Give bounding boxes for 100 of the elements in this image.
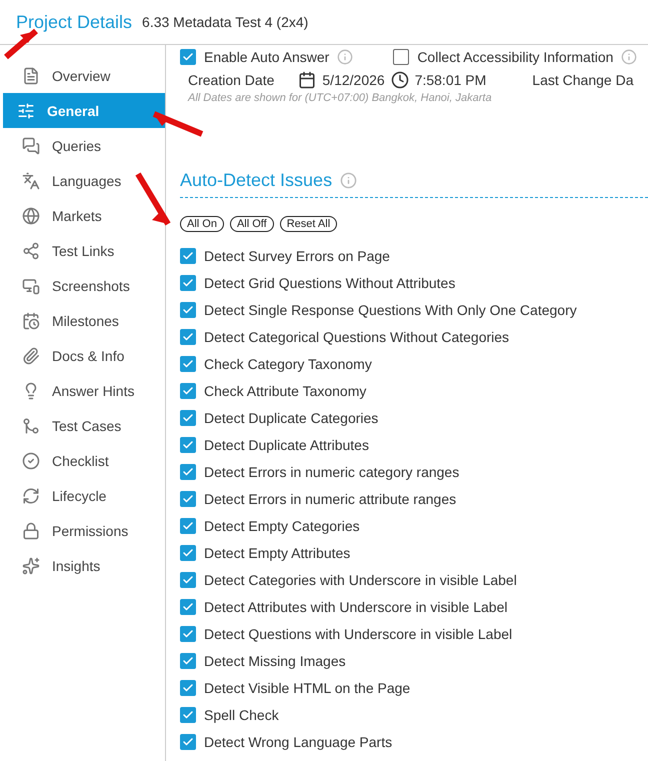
translate-icon bbox=[22, 172, 40, 190]
check-label: Detect Single Response Questions With Only One Category bbox=[204, 302, 577, 318]
sidebar-item[interactable]: Markets bbox=[0, 198, 165, 233]
checkbox[interactable] bbox=[180, 572, 196, 588]
sidebar-item[interactable]: Test Cases bbox=[0, 408, 165, 443]
info-icon[interactable] bbox=[340, 172, 358, 189]
field-label: Creation Date bbox=[188, 72, 274, 88]
time-value: 7:58:01 PM bbox=[414, 72, 486, 88]
check-label: Detect Empty Attributes bbox=[204, 544, 350, 560]
checkbox[interactable] bbox=[180, 302, 196, 318]
checkmark-icon bbox=[182, 682, 194, 694]
project-name: 6.33 Metadata Test 4 (2x4) bbox=[142, 14, 308, 30]
check-label: Detect Duplicate Attributes bbox=[204, 436, 369, 452]
checkmark-icon bbox=[182, 250, 194, 262]
check-label: Detect Visible HTML on the Page bbox=[204, 680, 410, 696]
check-label: Detect Duplicate Categories bbox=[204, 410, 378, 426]
sparkle-icon bbox=[22, 556, 40, 574]
sidebar-item[interactable]: Checklist bbox=[0, 443, 165, 478]
checkmark-icon bbox=[182, 600, 194, 612]
sidebar-item[interactable]: Answer Hints bbox=[0, 373, 165, 408]
checkbox[interactable] bbox=[180, 356, 196, 372]
checkbox[interactable] bbox=[180, 436, 196, 452]
checkmark-icon bbox=[182, 574, 194, 586]
page-title: Project Details bbox=[16, 12, 132, 32]
checkmark-icon bbox=[182, 546, 194, 558]
checkbox[interactable] bbox=[180, 49, 196, 65]
checkbox[interactable] bbox=[180, 734, 196, 750]
check-label: Check Category Taxonomy bbox=[204, 356, 372, 372]
check-label: Spell Check bbox=[204, 706, 279, 722]
field-label: Last Change Da bbox=[532, 72, 634, 88]
checkbox[interactable] bbox=[180, 652, 196, 668]
sliders-icon bbox=[17, 102, 35, 120]
checkbox[interactable] bbox=[180, 410, 196, 426]
checkmark-icon bbox=[182, 520, 194, 532]
refresh-icon bbox=[22, 486, 40, 504]
toggle-all-button[interactable]: Reset All bbox=[280, 216, 338, 232]
paperclip-icon bbox=[22, 346, 40, 364]
sidebar-item[interactable]: Languages bbox=[0, 163, 165, 198]
checkbox[interactable] bbox=[180, 274, 196, 290]
toggle-all-button[interactable]: All Off bbox=[230, 216, 274, 232]
option-label: Collect Accessibility Information bbox=[417, 49, 614, 65]
checkmark-icon bbox=[182, 438, 194, 450]
checkbox[interactable] bbox=[180, 680, 196, 696]
clock-icon bbox=[390, 71, 409, 89]
checkbox[interactable] bbox=[180, 518, 196, 534]
checkmark-icon bbox=[182, 492, 194, 504]
checkmark-icon bbox=[182, 358, 194, 370]
checkbox[interactable] bbox=[180, 598, 196, 614]
share-icon bbox=[22, 242, 40, 260]
check-label: Detect Missing Images bbox=[204, 652, 346, 668]
checkmark-icon bbox=[182, 276, 194, 288]
sidebar-item[interactable]: Docs & Info bbox=[0, 338, 165, 373]
lock-icon bbox=[22, 522, 40, 540]
sidebar-item[interactable]: Queries bbox=[0, 128, 165, 163]
document-icon bbox=[22, 66, 40, 84]
check-label: Detect Questions with Underscore in visible Label bbox=[204, 626, 512, 642]
sidebar-item[interactable]: Lifecycle bbox=[0, 478, 165, 513]
sidebar-item[interactable]: Milestones bbox=[0, 303, 165, 338]
info-icon[interactable] bbox=[621, 49, 638, 65]
section-title: Auto-Detect Issues bbox=[180, 170, 332, 191]
check-label: Detect Attributes with Underscore in visible Label bbox=[204, 598, 508, 614]
date-value: 5/12/2026 bbox=[322, 72, 385, 88]
checkbox[interactable] bbox=[180, 706, 196, 722]
checkmark-icon bbox=[182, 466, 194, 478]
checkbox[interactable] bbox=[180, 490, 196, 506]
checkbox[interactable] bbox=[180, 248, 196, 264]
checkbox[interactable] bbox=[180, 328, 196, 344]
sidebar-item[interactable]: Overview bbox=[0, 58, 165, 93]
checkbox[interactable] bbox=[180, 626, 196, 642]
sidebar-item[interactable]: Insights bbox=[0, 548, 165, 583]
checkbox[interactable] bbox=[393, 49, 410, 65]
check-label: Detect Survey Errors on Page bbox=[204, 248, 390, 264]
chat-icon bbox=[22, 136, 40, 154]
checkbox[interactable] bbox=[180, 544, 196, 560]
checkmark-icon bbox=[182, 654, 194, 666]
check-label: Detect Grid Questions Without Attributes bbox=[204, 274, 456, 290]
checkmark-icon bbox=[182, 304, 194, 316]
monitor-icon bbox=[22, 276, 40, 294]
toggle-all-button[interactable]: All On bbox=[180, 216, 224, 232]
sidebar-item[interactable]: Permissions bbox=[0, 513, 165, 548]
option-label: Enable Auto Answer bbox=[204, 49, 330, 65]
checkmark-icon bbox=[182, 384, 194, 396]
calendar-icon bbox=[298, 71, 316, 89]
check-label: Detect Categorical Questions Without Categories bbox=[204, 328, 510, 344]
sidebar-item[interactable]: Test Links bbox=[0, 233, 165, 268]
sidebar-item[interactable]: Screenshots bbox=[0, 268, 165, 303]
check-circle-icon bbox=[22, 452, 40, 470]
checkmark-icon bbox=[182, 708, 194, 720]
checkmark-icon bbox=[182, 51, 194, 63]
calendar-icon bbox=[22, 312, 40, 330]
checkbox[interactable] bbox=[180, 464, 196, 480]
checkmark-icon bbox=[182, 736, 194, 748]
check-label: Detect Wrong Language Parts bbox=[204, 734, 392, 750]
check-label: Detect Errors in numeric attribute ranges bbox=[204, 490, 456, 506]
checkbox[interactable] bbox=[180, 382, 196, 398]
checkmark-icon bbox=[182, 412, 194, 424]
timezone-note: All Dates are shown for (UTC+07:00) Bangkok, Hanoi, Jakarta bbox=[186, 92, 493, 104]
info-icon[interactable] bbox=[337, 49, 354, 65]
checkmark-icon bbox=[182, 628, 194, 640]
check-label: Detect Empty Categories bbox=[204, 518, 360, 534]
